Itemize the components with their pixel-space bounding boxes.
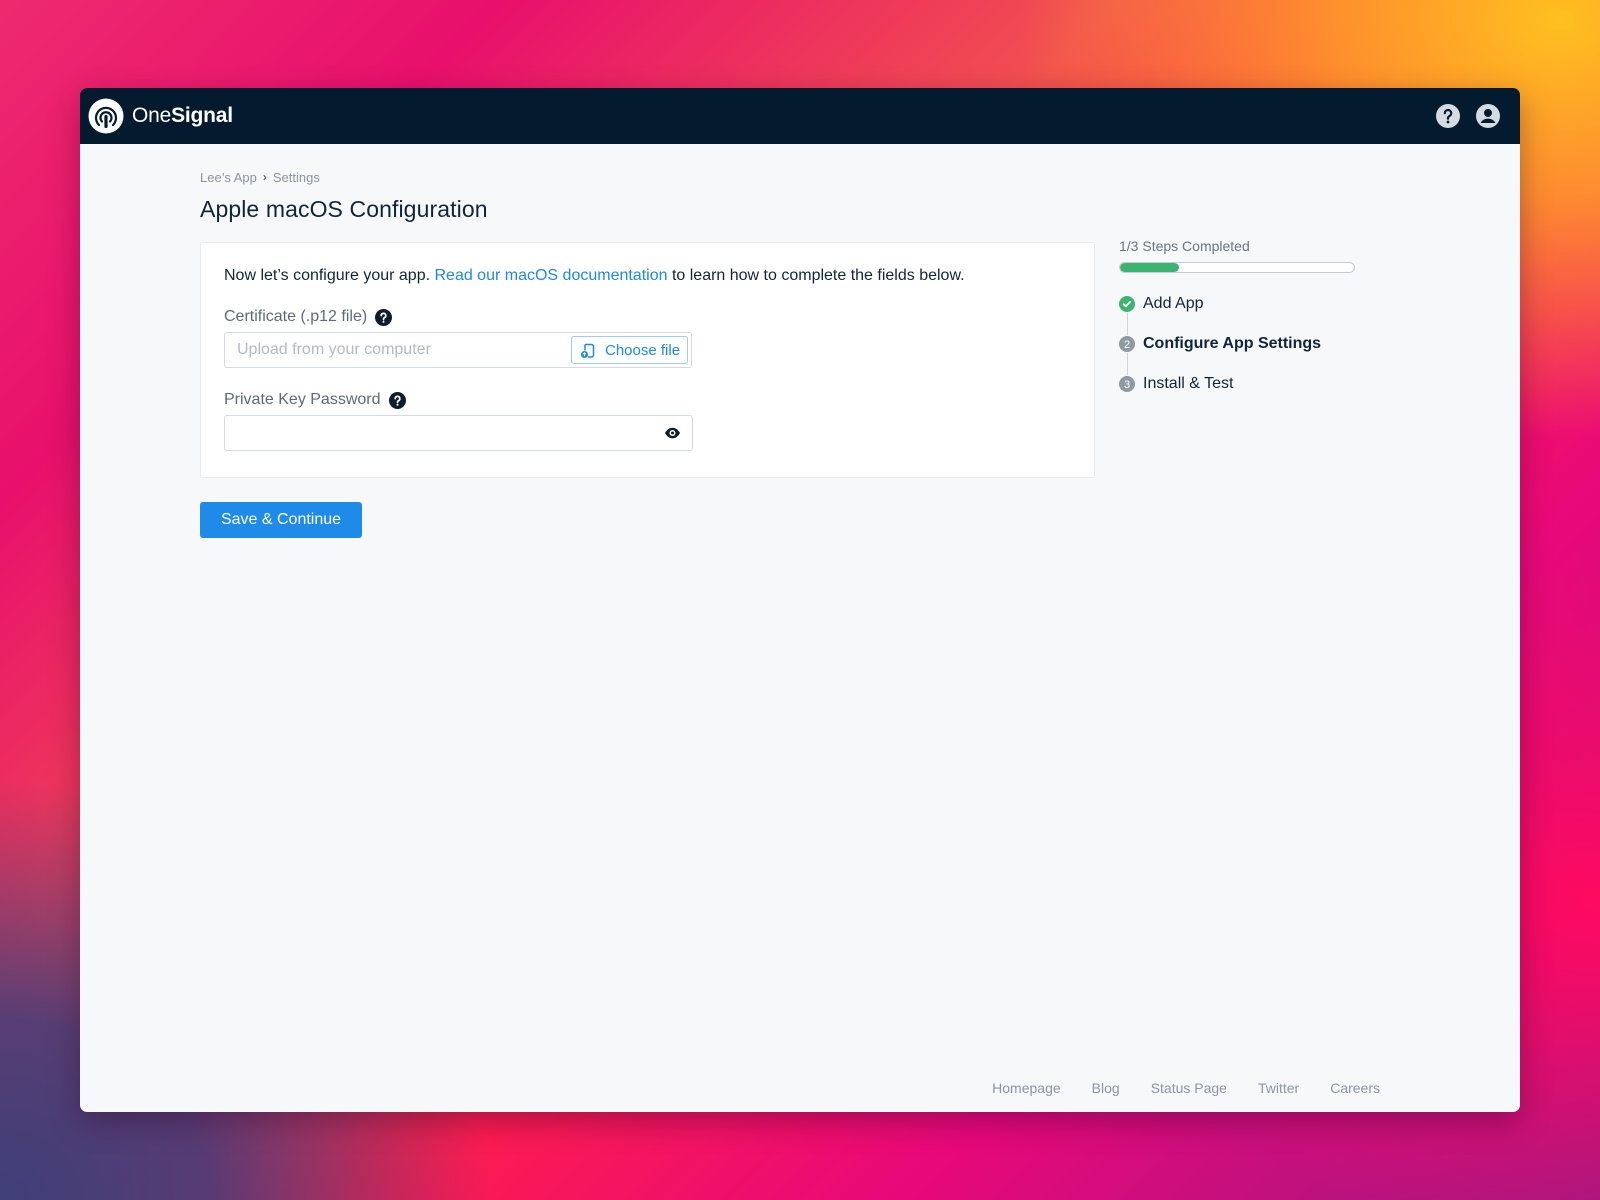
password-label: Private Key Password: [224, 391, 1071, 409]
footer-link-status-page[interactable]: Status Page: [1151, 1080, 1227, 1096]
step-number-3-icon: 3: [1119, 376, 1135, 392]
upload-file-icon: [581, 343, 595, 358]
breadcrumb-app[interactable]: Lee’s App: [200, 170, 257, 185]
step-connector: [1127, 313, 1128, 335]
intro-text: Now let’s configure your app. Read our m…: [224, 267, 1071, 285]
svg-text:3: 3: [1124, 379, 1130, 391]
header-actions: [1436, 104, 1500, 128]
step-connector: [1127, 353, 1128, 375]
step-list: Add App 2 Configure App Settings 3 Insta…: [1119, 295, 1355, 393]
steps-completed-label: 1/3 Steps Completed: [1119, 238, 1250, 254]
step-complete-check-icon: [1119, 296, 1135, 312]
footer-link-twitter[interactable]: Twitter: [1258, 1080, 1299, 1096]
top-navbar: OneSignal: [80, 88, 1520, 144]
intro-text-after: to learn how to complete the fields belo…: [667, 267, 965, 284]
breadcrumb-separator: ›: [262, 170, 267, 184]
private-key-password-input[interactable]: [224, 415, 693, 451]
intro-text-before: Now let’s configure your app.: [224, 267, 435, 284]
step-label: Add App: [1143, 295, 1204, 312]
step-label: Configure App Settings: [1143, 335, 1322, 352]
brand-name-one: One: [132, 104, 172, 127]
app-window: OneSignal Lee’s App › Settings Apple mac…: [80, 88, 1520, 1112]
certificate-help-icon[interactable]: [375, 308, 393, 326]
certificate-label: Certificate (.p12 file): [224, 308, 1071, 326]
footer-links: Homepage Blog Status Page Twitter Career…: [992, 1080, 1380, 1096]
progress-bar: [1119, 262, 1355, 273]
step-install-test[interactable]: 3 Install & Test: [1119, 375, 1355, 393]
progress-bar-fill: [1120, 263, 1179, 272]
page-title: Apple macOS Configuration: [200, 196, 488, 222]
footer-link-careers[interactable]: Careers: [1330, 1080, 1380, 1096]
breadcrumb: Lee’s App › Settings: [200, 168, 1520, 186]
choose-file-button[interactable]: Choose file: [571, 336, 688, 364]
step-configure-app-settings[interactable]: 2 Configure App Settings: [1119, 335, 1355, 353]
footer-link-homepage[interactable]: Homepage: [992, 1080, 1061, 1096]
password-help-icon[interactable]: [388, 391, 406, 409]
account-icon[interactable]: [1476, 104, 1500, 128]
step-add-app[interactable]: Add App: [1119, 295, 1355, 313]
breadcrumb-settings[interactable]: Settings: [273, 170, 320, 185]
step-number-2-icon: 2: [1119, 336, 1135, 352]
help-icon[interactable]: [1436, 104, 1460, 128]
macos-documentation-link[interactable]: Read our macOS documentation: [434, 267, 667, 284]
certificate-label-text: Certificate (.p12 file): [224, 308, 368, 325]
password-label-text: Private Key Password: [224, 391, 381, 408]
setup-progress-panel: 1/3 Steps Completed Add App 2 Configure …: [1119, 238, 1355, 393]
configuration-card: Now let’s configure your app. Read our m…: [200, 242, 1095, 478]
brand-name-signal: Signal: [171, 104, 233, 127]
brand-name: OneSignal: [132, 104, 233, 128]
brand-logo-link[interactable]: OneSignal: [88, 98, 233, 134]
show-password-eye-icon[interactable]: [664, 426, 681, 440]
main-content: Lee’s App › Settings Apple macOS Configu…: [80, 144, 1520, 223]
choose-file-label: Choose file: [605, 341, 681, 359]
svg-text:2: 2: [1124, 339, 1130, 351]
footer-link-blog[interactable]: Blog: [1092, 1080, 1120, 1096]
step-label: Install & Test: [1143, 375, 1234, 392]
certificate-upload-field[interactable]: Upload from your computer Choose file: [224, 332, 692, 368]
onesignal-logo-icon: [88, 98, 124, 134]
save-continue-button[interactable]: Save & Continue: [200, 502, 362, 538]
